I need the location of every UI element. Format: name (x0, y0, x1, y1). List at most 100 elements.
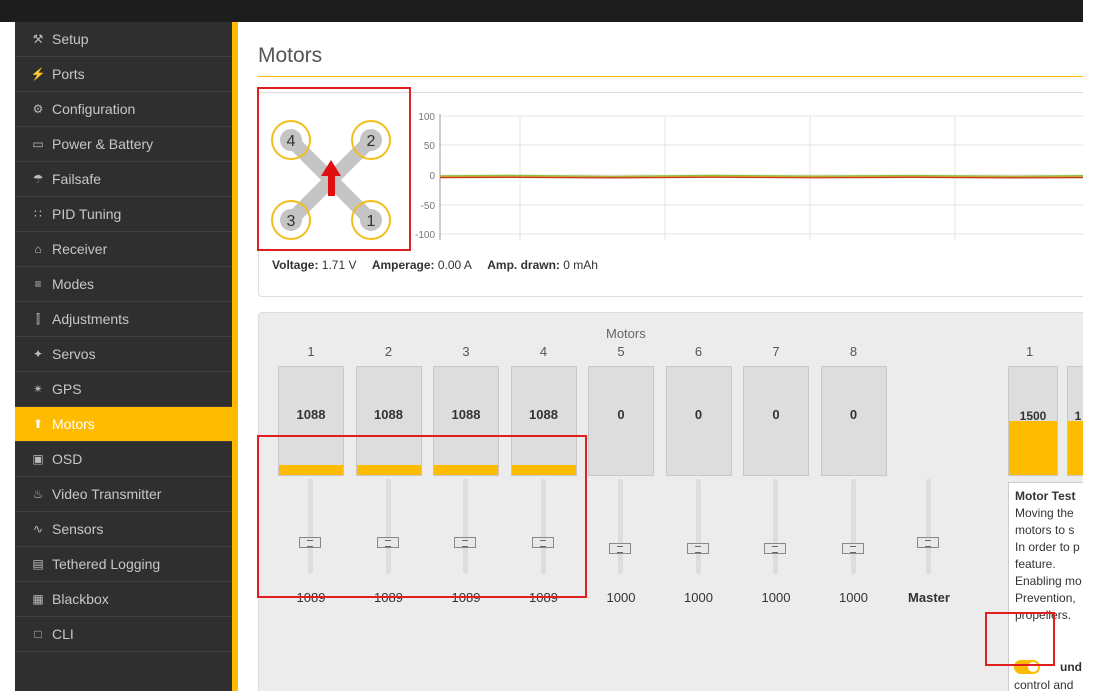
power-status-line: Voltage: 1.71 V Amperage: 0.00 A Amp. dr… (272, 258, 610, 272)
sidebar-item-receiver[interactable]: ⌂ Receiver (15, 232, 232, 267)
sidebar-item-label: CLI (52, 626, 74, 642)
page-title: Motors (258, 44, 323, 67)
sidebar-item-label: Modes (52, 276, 95, 292)
sidebar-item-label: Setup (52, 31, 89, 47)
motor-value: 1088 (296, 407, 326, 422)
servo-meter: 1 (1067, 366, 1083, 476)
motor-slider-value: 1000 (684, 590, 713, 605)
modes-icon: ≡ (34, 277, 42, 291)
motor-slider-track[interactable] (841, 479, 864, 574)
motor-slider-track[interactable] (764, 479, 786, 574)
motor-slider-thumb[interactable] (686, 543, 709, 554)
motor-slider-track[interactable] (609, 479, 631, 574)
notice-text: Moving the (1015, 506, 1074, 520)
sidebar-item-motors[interactable]: ⬆ Motors (15, 407, 232, 442)
sidebar-item-blackbox[interactable]: ▦ Blackbox (15, 582, 232, 617)
sliders-icon: ⫿ (36, 311, 40, 326)
motor-number: 3 (462, 344, 470, 359)
voltage-label: Voltage: (272, 258, 319, 272)
motor-slider-value: 1000 (839, 590, 868, 605)
sidebar-item-modes[interactable]: ≡ Modes (15, 267, 232, 302)
sidebar-item-power-battery[interactable]: ▭ Power & Battery (15, 127, 232, 162)
motor-number: 2 (384, 344, 393, 359)
master-slider-thumb[interactable] (917, 537, 939, 548)
motor-number: 5 (617, 344, 625, 359)
terminal-icon: □ (34, 627, 42, 641)
sidebar-item-configuration[interactable]: ⚙ Configuration (15, 92, 232, 127)
sidebar-item-failsafe[interactable]: ☂ Failsafe (15, 162, 232, 197)
motor-value: 1088 (529, 407, 558, 422)
sidebar-item-label: Motors (52, 416, 95, 432)
amperage-label: Amperage: (371, 258, 435, 272)
motor-slider-value: 1000 (761, 590, 791, 605)
sidebar-item-label: Failsafe (52, 171, 102, 187)
motor-number: 1 (307, 344, 315, 359)
motor-slider-thumb[interactable] (764, 543, 786, 554)
motor-value: 0 (772, 407, 780, 422)
sidebar-item-label: Servos (52, 346, 96, 362)
y-tick-label: 0 (429, 171, 435, 182)
log-icon: ▤ (32, 557, 44, 571)
motor-slider-thumb[interactable] (841, 543, 864, 554)
amp-drawn-label: Amp. drawn: (487, 258, 560, 272)
graph-series-line (439, 176, 1083, 179)
battery-icon: ▭ (32, 137, 44, 151)
motor-slider-track[interactable] (686, 479, 709, 574)
y-tick-label: -100 (415, 230, 435, 241)
sidebar-item-pid-tuning[interactable]: ∷ PID Tuning (15, 197, 232, 232)
motor-slider-value: 1000 (606, 590, 636, 605)
sidebar-item-tethered-logging[interactable]: ▤ Tethered Logging (15, 547, 232, 582)
notice-text: feature. (1015, 557, 1056, 571)
sidebar-item-osd[interactable]: ▣ OSD (15, 442, 232, 477)
motor-number: 6 (694, 344, 703, 359)
sidebar-item-gps[interactable]: ✴ GPS (15, 372, 232, 407)
notice-text: control and (1014, 678, 1074, 691)
plug-icon: ⚡ (30, 67, 46, 81)
y-tick-label: 100 (418, 112, 435, 123)
motor-meter: 0 (588, 366, 654, 476)
motor-number: 8 (849, 344, 858, 359)
notice-text: Enabling mo (1015, 574, 1082, 588)
amp-drawn-value: 0 mAh (563, 258, 598, 272)
sidebar-item-label: Configuration (52, 101, 136, 117)
sidebar-item-label: Power & Battery (52, 136, 154, 152)
motor-value: 0 (694, 407, 703, 422)
sidebar-item-servos[interactable]: ✦ Servos (15, 337, 232, 372)
chip-icon: ▦ (32, 592, 44, 606)
toggle-label: und (1060, 660, 1082, 674)
title-divider (258, 76, 1083, 77)
notice-text: In order to p (1015, 540, 1080, 554)
sidebar-item-label: Adjustments (52, 311, 130, 327)
sidebar-item-label: GPS (52, 381, 82, 397)
pulse-icon: ∿ (32, 522, 44, 536)
motor-icon: ⬆ (32, 417, 44, 431)
sidebar-item-adjustments[interactable]: ⫿ Adjustments (15, 302, 232, 337)
voltage-value: 1.71 V (321, 258, 357, 272)
notice-text: Prevention, (1015, 591, 1076, 605)
window-edge (1083, 0, 1096, 699)
osd-icon: ▣ (32, 452, 44, 466)
satellite-icon: ✴ (32, 382, 44, 396)
highlight-box (985, 612, 1055, 666)
sidebar-item-sensors[interactable]: ∿ Sensors (15, 512, 232, 547)
highlight-box (257, 435, 587, 598)
motor-slider-thumb[interactable] (609, 543, 631, 554)
amperage-value: 0.00 A (437, 258, 472, 272)
motor-meter: 0 (743, 366, 809, 476)
wrench-icon: ⚒ (32, 32, 44, 46)
master-slider-track[interactable] (917, 479, 939, 574)
sidebar-item-video-transmitter[interactable]: ♨ Video Transmitter (15, 477, 232, 512)
highlight-box (257, 87, 411, 251)
sidebar-item-label: Sensors (52, 521, 104, 537)
sidebar: ⚒ Setup ⚡ Ports ⚙ Configuration ▭ Power & Batte… (15, 22, 232, 691)
motor-value: 0 (849, 407, 858, 422)
motor-value: 1088 (451, 407, 481, 422)
sidebar-item-label: Blackbox (52, 591, 109, 607)
sidebar-item-ports[interactable]: ⚡ Ports (15, 57, 232, 92)
motor-number: 7 (772, 344, 780, 359)
sidebar-item-setup[interactable]: ⚒ Setup (15, 22, 232, 57)
sidebar-item-label: OSD (52, 451, 83, 467)
sidebar-item-cli[interactable]: □ CLI (15, 617, 232, 652)
sidebar-item-label: PID Tuning (52, 206, 122, 222)
notice-text: motors to s (1015, 523, 1075, 537)
